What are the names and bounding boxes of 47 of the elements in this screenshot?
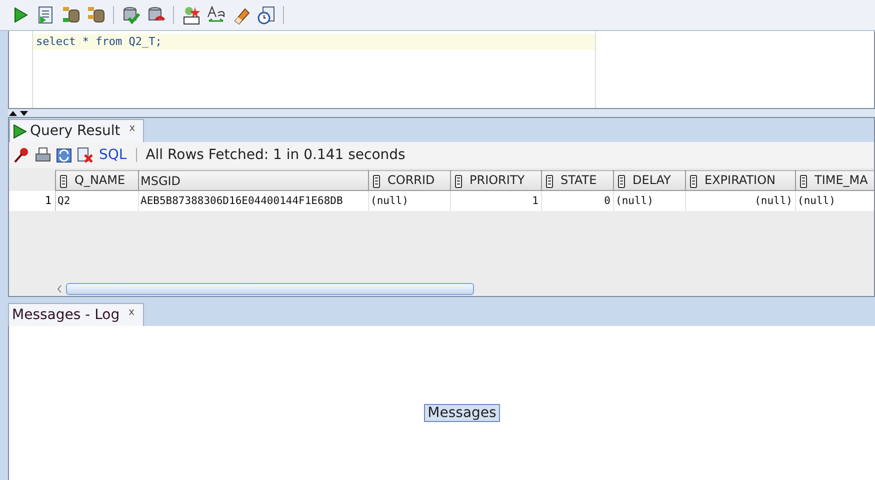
database-tree-icon[interactable] (86, 5, 106, 25)
sort-icon[interactable] (618, 174, 624, 188)
column-header[interactable]: DELAY (613, 170, 685, 190)
column-header[interactable]: MSGID (138, 170, 368, 190)
sql-link[interactable]: SQL (99, 147, 127, 163)
scroll-left-icon[interactable] (57, 285, 62, 293)
table-cell: Q2 (55, 190, 138, 210)
tab[interactable]: Query Result x (9, 119, 144, 142)
sql-tuning-icon[interactable] (181, 5, 201, 25)
tab-label: Query Result (30, 123, 120, 139)
status-text: All Rows Fetched: 1 in 0.141 seconds (146, 147, 406, 163)
clock-document-icon[interactable] (256, 5, 276, 25)
table-cell: AEB5B87388306D16E04400144F1E68DB (138, 190, 368, 210)
pin-icon[interactable] (13, 146, 31, 164)
database-check-icon[interactable] (121, 5, 141, 25)
column-header[interactable]: PRIORITY (450, 170, 541, 190)
table-cell: (null) (613, 190, 685, 210)
font-arrows-icon[interactable] (206, 5, 226, 25)
messages-label: Messages (424, 404, 500, 422)
table-cell: 1 (450, 190, 541, 210)
table-cell: (null) (685, 190, 795, 210)
table-cell: (null) (368, 190, 450, 210)
database-tree-icon[interactable] (61, 5, 81, 25)
close-icon[interactable]: x (129, 123, 136, 134)
sort-icon[interactable] (454, 174, 462, 188)
row-number: 1 (9, 190, 55, 210)
tab-label: Messages - Log (12, 307, 120, 323)
table-cell: (null) (795, 190, 874, 210)
sort-icon[interactable] (546, 174, 552, 188)
printer-icon[interactable] (34, 146, 52, 164)
refresh-icon[interactable] (55, 146, 73, 164)
column-header[interactable]: CORRID (368, 170, 450, 190)
column-header[interactable]: TIME_MA (795, 170, 874, 190)
run-icon (13, 124, 27, 138)
scrollbar-thumb[interactable] (66, 283, 474, 295)
close-icon[interactable]: x (128, 307, 135, 318)
delete-document-icon[interactable] (76, 146, 94, 164)
column-header[interactable]: Q_NAME (55, 170, 138, 190)
splitter-arrows-icon[interactable] (8, 110, 30, 116)
column-header[interactable]: STATE (541, 170, 613, 190)
column-header[interactable]: EXPIRATION (685, 170, 795, 190)
table-cell: 0 (541, 190, 613, 210)
sort-icon[interactable] (372, 174, 380, 188)
sort-icon[interactable] (60, 174, 66, 188)
sort-icon[interactable] (690, 174, 696, 188)
sort-icon[interactable] (800, 174, 806, 188)
tab[interactable]: Messages - Log x (8, 303, 144, 326)
